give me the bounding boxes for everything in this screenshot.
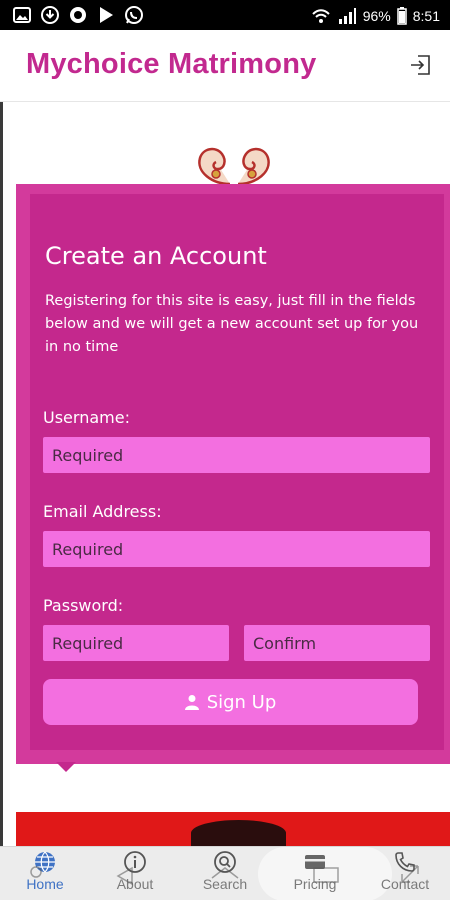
nav-home[interactable]: Home <box>0 847 90 900</box>
wifi-icon <box>312 9 330 23</box>
form-title: Create an Account <box>45 242 267 270</box>
form-description: Registering for this site is easy, just … <box>45 293 419 355</box>
content-area: Create an Account Registering for this s… <box>0 102 450 846</box>
nav-contact-label: Contact <box>380 876 430 892</box>
user-icon <box>184 695 199 710</box>
download-icon <box>41 6 59 24</box>
login-icon[interactable] <box>408 52 434 78</box>
app-title: Mychoice Matrimony <box>26 48 317 80</box>
nav-contact[interactable]: Contact <box>360 847 450 900</box>
nav-about-label: About <box>116 876 154 892</box>
gallery-icon <box>13 7 31 23</box>
globe-icon <box>35 851 55 873</box>
nav-search-label: Search <box>202 876 248 892</box>
clock: 8:51 <box>412 8 440 24</box>
play-store-icon <box>100 7 113 23</box>
phone-icon <box>395 852 415 872</box>
whatsapp-icon <box>125 6 143 24</box>
search-icon <box>214 851 236 873</box>
nav-search[interactable]: Search <box>180 847 270 900</box>
nav-home-label: Home <box>26 876 64 892</box>
app-bar: Mychoice Matrimony <box>0 30 450 102</box>
password-label: Password: <box>43 596 124 615</box>
paisley-ornament-icon <box>198 147 270 186</box>
signal-icon <box>338 8 356 24</box>
password-input[interactable] <box>43 625 229 661</box>
username-input[interactable] <box>43 437 430 473</box>
nav-pricing-label: Pricing <box>293 876 337 892</box>
username-label: Username: <box>43 408 130 427</box>
card-icon <box>305 855 325 869</box>
status-bar: 96% 8:51 <box>0 0 450 30</box>
battery-icon <box>397 7 407 25</box>
info-icon <box>124 851 146 873</box>
left-divider <box>0 102 3 846</box>
battery-percent: 96% <box>362 8 391 24</box>
email-input[interactable] <box>43 531 430 567</box>
record-icon <box>70 7 86 23</box>
signup-label: Sign Up <box>206 691 277 713</box>
banner-image <box>16 812 450 846</box>
banner-image-figure <box>191 820 286 846</box>
card-pointer <box>56 762 76 772</box>
nav-pricing[interactable]: Pricing <box>270 847 360 900</box>
bottom-nav: Home About Search Pricing Contact <box>0 846 450 900</box>
confirm-password-input[interactable] <box>244 625 430 661</box>
email-label: Email Address: <box>43 502 162 521</box>
notification-icons <box>12 5 144 25</box>
signup-button[interactable]: Sign Up <box>43 679 418 725</box>
nav-about[interactable]: About <box>90 847 180 900</box>
